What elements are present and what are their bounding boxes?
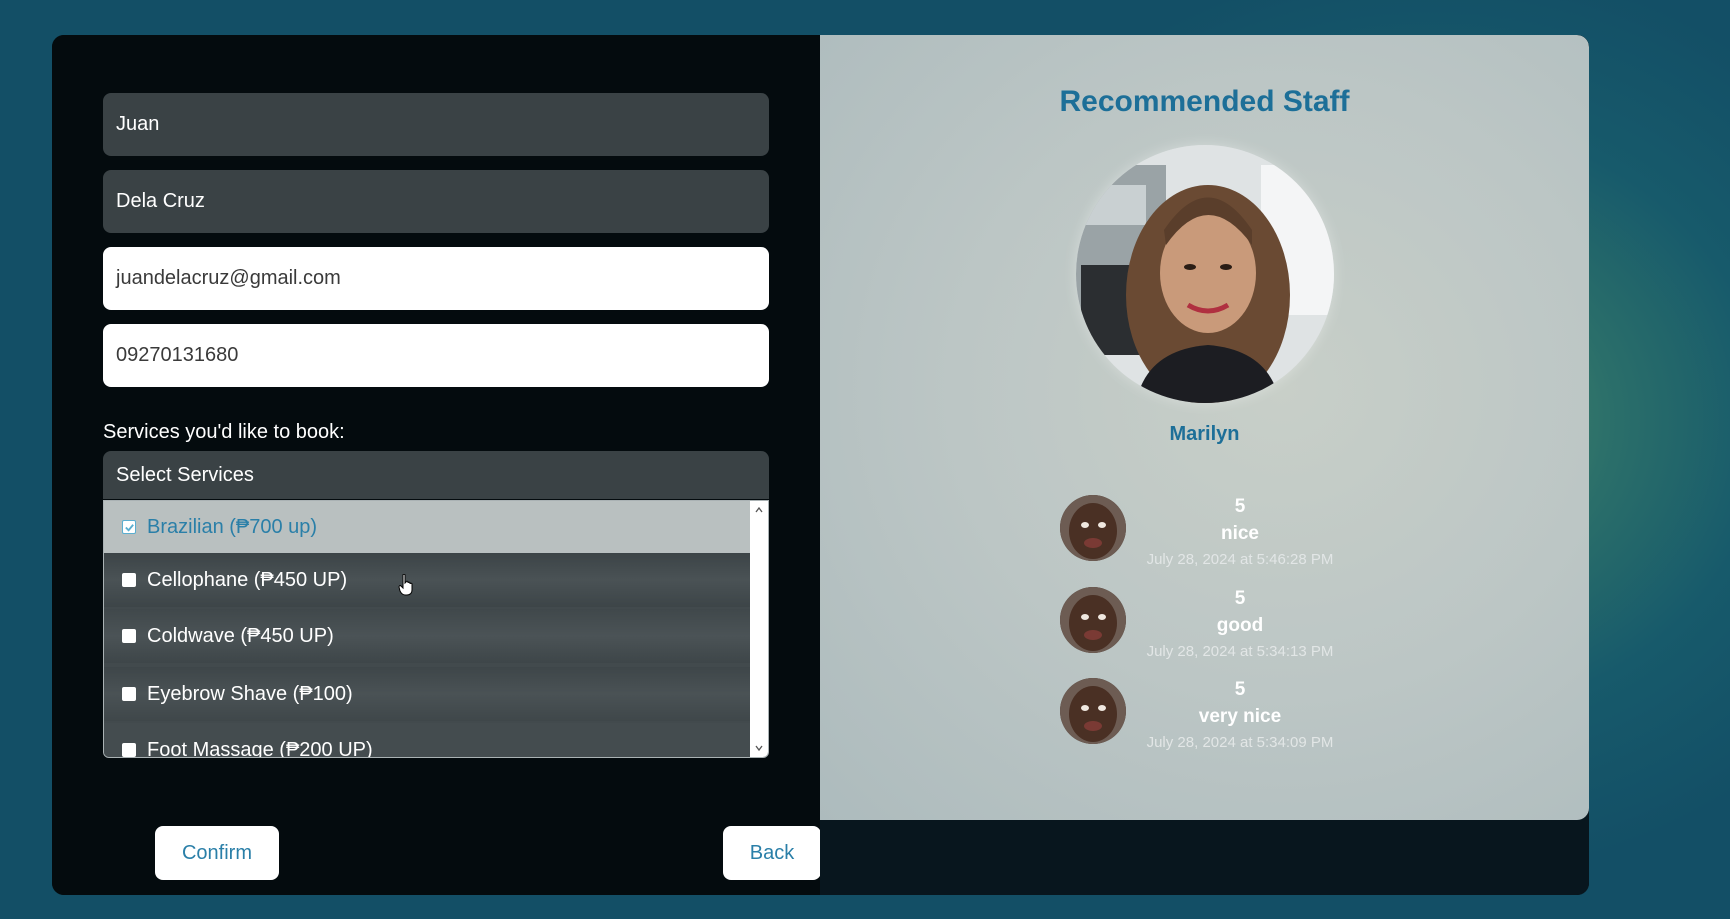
service-option-foot-massage[interactable]: Foot Massage (₱200 UP)	[104, 723, 752, 758]
review-item: 5 good July 28, 2024 at 5:34:13 PM	[1060, 587, 1360, 673]
review-comment: good	[1216, 615, 1264, 636]
review-rating: 5	[1234, 588, 1246, 609]
review-rating: 5	[1234, 496, 1246, 517]
review-date: July 28, 2024 at 5:34:09 PM	[1146, 734, 1334, 751]
services-label: Services you'd like to book:	[103, 421, 345, 443]
email-field[interactable]: juandelacruz@gmail.com	[103, 247, 769, 310]
services-select-placeholder: Select Services	[116, 463, 254, 486]
service-option-cellophane[interactable]: Cellophane (₱450 UP)	[104, 553, 752, 607]
recommended-staff-title: Recommended Staff	[1059, 85, 1350, 118]
email-value: juandelacruz@gmail.com	[116, 267, 341, 289]
last-name-value: Dela Cruz	[116, 190, 205, 212]
booking-card: Juan Dela Cruz juandelacruz@gmail.com 09…	[52, 35, 1589, 895]
checkbox-icon[interactable]	[122, 629, 136, 643]
reviewer-avatar	[1060, 678, 1126, 744]
reviewer-avatar	[1060, 587, 1126, 653]
phone-value: 09270131680	[116, 344, 239, 366]
review-item: 5 very nice July 28, 2024 at 5:34:09 PM	[1060, 678, 1360, 764]
reviewer-avatar	[1060, 495, 1126, 561]
first-name-field[interactable]: Juan	[103, 93, 769, 156]
review-comment: nice	[1220, 523, 1260, 544]
recommended-staff-panel: Recommended Staff Marilyn 5 nice July 28…	[820, 35, 1589, 820]
hand-cursor-icon	[398, 574, 413, 596]
review-date: July 28, 2024 at 5:46:28 PM	[1146, 551, 1334, 568]
back-button-label: Back	[749, 841, 795, 864]
staff-name: Marilyn	[1169, 423, 1240, 445]
first-name-value: Juan	[116, 113, 160, 135]
last-name-field[interactable]: Dela Cruz	[103, 170, 769, 233]
review-comment: very nice	[1198, 706, 1282, 727]
service-option-label: Cellophane (₱450 UP)	[147, 568, 348, 591]
review-date: July 28, 2024 at 5:34:13 PM	[1146, 643, 1334, 660]
services-options-list[interactable]: Brazilian (₱700 up) Cellophane (₱450 UP)…	[103, 500, 769, 758]
scroll-up-icon[interactable]	[754, 505, 764, 515]
service-option-brazilian[interactable]: Brazilian (₱700 up)	[104, 501, 752, 553]
scroll-down-icon[interactable]	[754, 743, 764, 753]
services-scrollbar[interactable]	[750, 501, 768, 757]
services-select-header[interactable]: Select Services	[103, 451, 769, 499]
phone-field[interactable]: 09270131680	[103, 324, 769, 387]
checkbox-icon[interactable]	[122, 573, 136, 587]
confirm-button-label: Confirm	[181, 841, 252, 864]
confirm-button[interactable]: Confirm	[155, 826, 279, 880]
service-option-label: Coldwave (₱450 UP)	[147, 624, 334, 647]
checkbox-icon[interactable]	[122, 687, 136, 701]
service-option-label: Foot Massage (₱200 UP)	[147, 738, 373, 758]
staff-avatar	[1076, 145, 1334, 403]
review-rating: 5	[1234, 679, 1246, 700]
service-option-label: Eyebrow Shave (₱100)	[147, 682, 353, 705]
service-option-label: Brazilian (₱700 up)	[147, 515, 318, 538]
service-option-coldwave[interactable]: Coldwave (₱450 UP)	[104, 609, 752, 663]
booking-form: Juan Dela Cruz juandelacruz@gmail.com 09…	[52, 35, 821, 895]
service-option-eyebrow-shave[interactable]: Eyebrow Shave (₱100)	[104, 667, 752, 721]
checkbox-checked-icon[interactable]	[122, 520, 136, 534]
back-button[interactable]: Back	[723, 826, 821, 880]
review-item: 5 nice July 28, 2024 at 5:46:28 PM	[1060, 495, 1360, 581]
staff-section: Recommended Staff Marilyn 5 nice July 28…	[820, 35, 1589, 895]
checkbox-icon[interactable]	[122, 743, 136, 757]
